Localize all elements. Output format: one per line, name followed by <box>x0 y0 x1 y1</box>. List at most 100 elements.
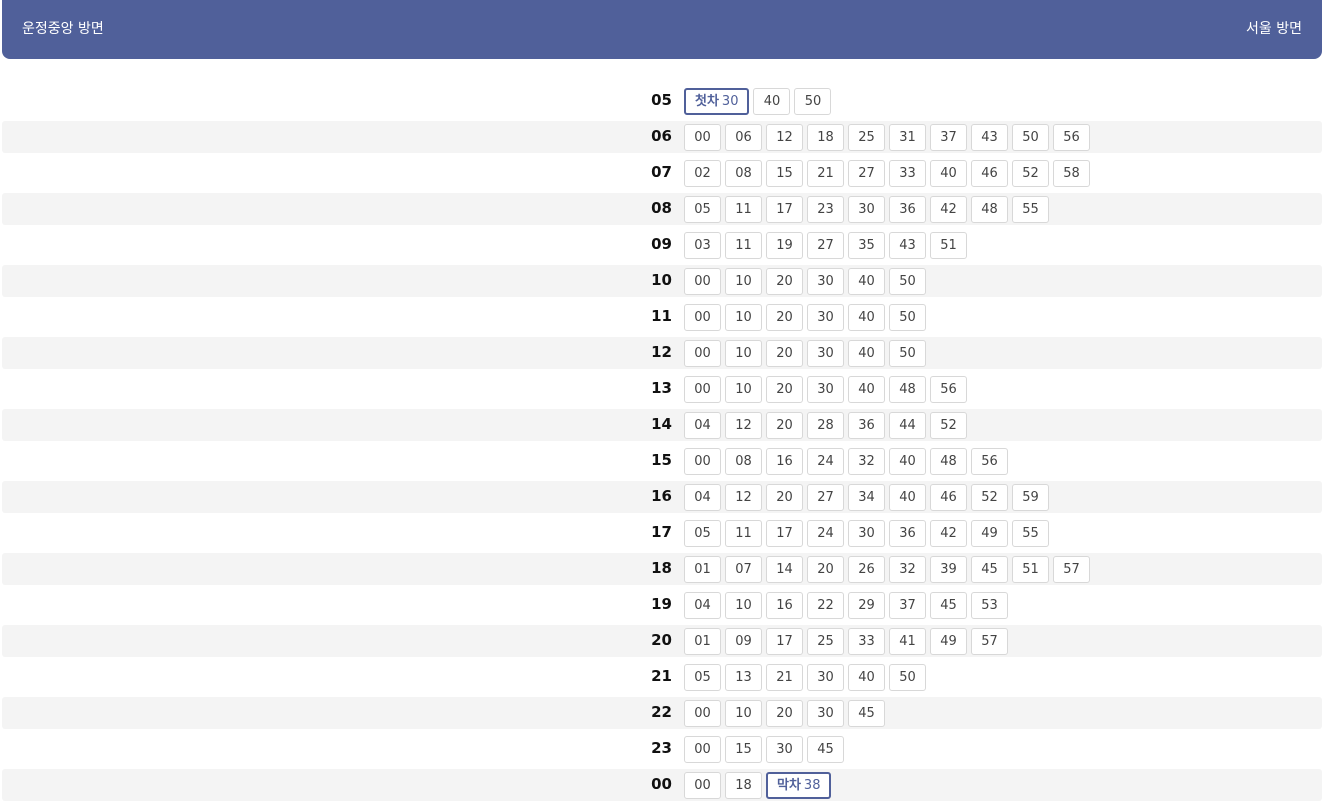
departure-minute-chip[interactable]: 13 <box>725 664 762 691</box>
departure-minute-chip[interactable]: 45 <box>971 556 1008 583</box>
departure-minute-chip[interactable]: 30 <box>807 340 844 367</box>
departure-minute-chip[interactable]: 40 <box>848 376 885 403</box>
departure-minute-chip[interactable]: 40 <box>930 160 967 187</box>
departure-minute-chip[interactable]: 00 <box>684 736 721 763</box>
departure-minute-chip[interactable]: 17 <box>766 520 803 547</box>
departure-minute-chip[interactable]: 40 <box>889 484 926 511</box>
departure-minute-chip[interactable]: 04 <box>684 484 721 511</box>
departure-minute-chip[interactable]: 50 <box>889 304 926 331</box>
departure-minute-chip[interactable]: 05 <box>684 196 721 223</box>
departure-minute-chip[interactable]: 49 <box>971 520 1008 547</box>
departure-minute-chip[interactable]: 00 <box>684 448 721 475</box>
departure-minute-chip[interactable]: 30 <box>807 700 844 727</box>
departure-minute-chip[interactable]: 11 <box>725 196 762 223</box>
departure-minute-chip[interactable]: 56 <box>971 448 1008 475</box>
departure-minute-chip[interactable]: 10 <box>725 268 762 295</box>
departure-minute-chip[interactable]: 25 <box>807 628 844 655</box>
departure-minute-chip[interactable]: 05 <box>684 664 721 691</box>
departure-minute-chip[interactable]: 00 <box>684 304 721 331</box>
departure-minute-chip[interactable]: 53 <box>971 592 1008 619</box>
departure-minute-chip[interactable]: 37 <box>889 592 926 619</box>
departure-minute-chip[interactable]: 45 <box>807 736 844 763</box>
departure-minute-chip[interactable]: 06 <box>725 124 762 151</box>
departure-minute-chip[interactable]: 40 <box>848 268 885 295</box>
departure-minute-chip[interactable]: 44 <box>889 412 926 439</box>
departure-minute-chip[interactable]: 08 <box>725 160 762 187</box>
departure-minute-chip[interactable]: 27 <box>848 160 885 187</box>
departure-minute-chip[interactable]: 18 <box>807 124 844 151</box>
departure-minute-chip[interactable]: 36 <box>848 412 885 439</box>
departure-minute-chip[interactable]: 52 <box>1012 160 1049 187</box>
departure-minute-chip[interactable]: 46 <box>971 160 1008 187</box>
departure-minute-chip[interactable]: 00 <box>684 700 721 727</box>
departure-minute-chip[interactable]: 10 <box>725 700 762 727</box>
departure-minute-chip[interactable]: 15 <box>725 736 762 763</box>
departure-minute-chip[interactable]: 00 <box>684 340 721 367</box>
departure-minute-chip[interactable]: 00 <box>684 124 721 151</box>
departure-minute-chip[interactable]: 20 <box>807 556 844 583</box>
departure-minute-chip[interactable]: 12 <box>766 124 803 151</box>
departure-minute-chip[interactable]: 27 <box>807 484 844 511</box>
departure-minute-chip[interactable]: 30 <box>807 268 844 295</box>
departure-minute-chip[interactable]: 52 <box>930 412 967 439</box>
departure-minute-chip[interactable]: 55 <box>1012 520 1049 547</box>
departure-minute-chip[interactable]: 00 <box>684 772 721 799</box>
departure-minute-chip[interactable]: 35 <box>848 232 885 259</box>
departure-minute-chip[interactable]: 22 <box>807 592 844 619</box>
departure-minute-chip[interactable]: 20 <box>766 412 803 439</box>
direction-right-label[interactable]: 서울 방면 <box>1246 19 1302 39</box>
departure-minute-chip[interactable]: 48 <box>889 376 926 403</box>
departure-minute-chip[interactable]: 18 <box>725 772 762 799</box>
special-departure-chip[interactable]: 첫차 30 <box>684 88 750 115</box>
departure-minute-chip[interactable]: 36 <box>889 196 926 223</box>
departure-minute-chip[interactable]: 39 <box>930 556 967 583</box>
departure-minute-chip[interactable]: 11 <box>725 232 762 259</box>
departure-minute-chip[interactable]: 50 <box>1012 124 1049 151</box>
departure-minute-chip[interactable]: 25 <box>848 124 885 151</box>
departure-minute-chip[interactable]: 19 <box>766 232 803 259</box>
departure-minute-chip[interactable]: 42 <box>930 520 967 547</box>
departure-minute-chip[interactable]: 02 <box>684 160 721 187</box>
departure-minute-chip[interactable]: 48 <box>930 448 967 475</box>
departure-minute-chip[interactable]: 12 <box>725 412 762 439</box>
departure-minute-chip[interactable]: 01 <box>684 628 721 655</box>
departure-minute-chip[interactable]: 15 <box>766 160 803 187</box>
departure-minute-chip[interactable]: 09 <box>725 628 762 655</box>
departure-minute-chip[interactable]: 16 <box>766 448 803 475</box>
departure-minute-chip[interactable]: 03 <box>684 232 721 259</box>
departure-minute-chip[interactable]: 50 <box>889 340 926 367</box>
departure-minute-chip[interactable]: 45 <box>848 700 885 727</box>
departure-minute-chip[interactable]: 43 <box>971 124 1008 151</box>
departure-minute-chip[interactable]: 10 <box>725 376 762 403</box>
departure-minute-chip[interactable]: 40 <box>848 304 885 331</box>
departure-minute-chip[interactable]: 21 <box>807 160 844 187</box>
departure-minute-chip[interactable]: 30 <box>848 196 885 223</box>
departure-minute-chip[interactable]: 05 <box>684 520 721 547</box>
departure-minute-chip[interactable]: 33 <box>848 628 885 655</box>
departure-minute-chip[interactable]: 17 <box>766 628 803 655</box>
departure-minute-chip[interactable]: 55 <box>1012 196 1049 223</box>
departure-minute-chip[interactable]: 01 <box>684 556 721 583</box>
departure-minute-chip[interactable]: 00 <box>684 268 721 295</box>
departure-minute-chip[interactable]: 33 <box>889 160 926 187</box>
departure-minute-chip[interactable]: 20 <box>766 484 803 511</box>
departure-minute-chip[interactable]: 40 <box>848 664 885 691</box>
departure-minute-chip[interactable]: 48 <box>971 196 1008 223</box>
departure-minute-chip[interactable]: 00 <box>684 376 721 403</box>
departure-minute-chip[interactable]: 43 <box>889 232 926 259</box>
departure-minute-chip[interactable]: 30 <box>766 736 803 763</box>
departure-minute-chip[interactable]: 56 <box>1053 124 1090 151</box>
departure-minute-chip[interactable]: 56 <box>930 376 967 403</box>
departure-minute-chip[interactable]: 34 <box>848 484 885 511</box>
departure-minute-chip[interactable]: 12 <box>725 484 762 511</box>
departure-minute-chip[interactable]: 49 <box>930 628 967 655</box>
departure-minute-chip[interactable]: 10 <box>725 340 762 367</box>
departure-minute-chip[interactable]: 10 <box>725 304 762 331</box>
departure-minute-chip[interactable]: 45 <box>930 592 967 619</box>
departure-minute-chip[interactable]: 21 <box>766 664 803 691</box>
departure-minute-chip[interactable]: 07 <box>725 556 762 583</box>
departure-minute-chip[interactable]: 20 <box>766 268 803 295</box>
departure-minute-chip[interactable]: 36 <box>889 520 926 547</box>
departure-minute-chip[interactable]: 51 <box>1012 556 1049 583</box>
departure-minute-chip[interactable]: 37 <box>930 124 967 151</box>
